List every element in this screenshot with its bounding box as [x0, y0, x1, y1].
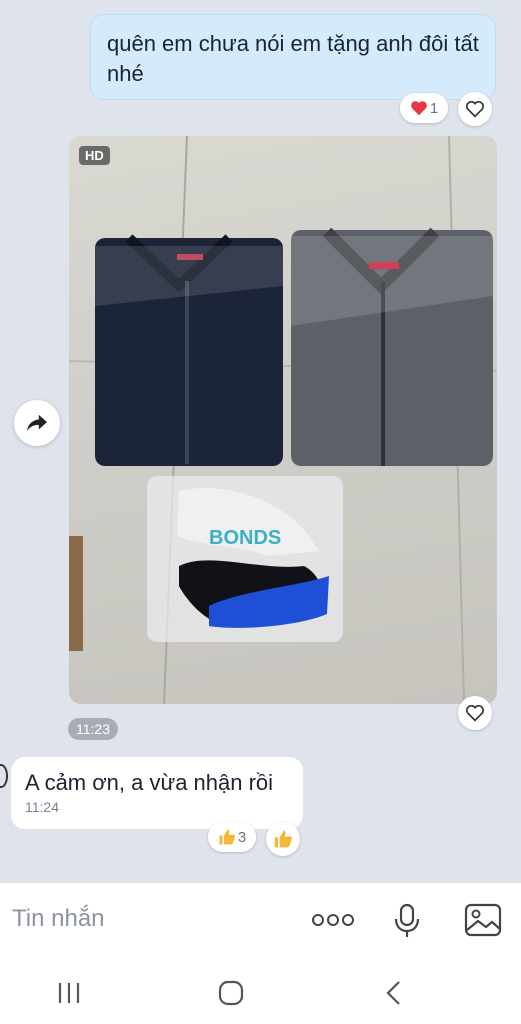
heart-outline-icon: [465, 705, 485, 722]
photo-timestamp: 11:23: [68, 718, 118, 740]
incoming-message-bubble[interactable]: A cảm ơn, a vừa nhận rồi 11:24: [11, 757, 303, 829]
like-reaction-count: 3: [237, 828, 247, 846]
chat-area: quên em chưa nói em tặng anh đôi tất nhé…: [0, 0, 521, 882]
heart-reaction-badge[interactable]: 1: [400, 93, 448, 123]
gallery-icon[interactable]: [464, 903, 502, 937]
home-icon[interactable]: [218, 980, 244, 1006]
outgoing-message-text: quên em chưa nói em tặng anh đôi tất nhé: [107, 31, 479, 86]
react-like-button[interactable]: [266, 822, 300, 856]
message-composer: Tin nhắn: [0, 882, 521, 959]
hd-badge: HD: [79, 146, 110, 165]
photo-image: BONDS: [69, 136, 497, 704]
thumbs-up-filled-icon: [219, 829, 235, 845]
outgoing-message-bubble[interactable]: quên em chưa nói em tặng anh đôi tất nhé: [90, 14, 496, 100]
system-navigation-bar: [0, 958, 521, 1024]
share-arrow-icon: [27, 414, 47, 432]
more-options-icon[interactable]: [312, 913, 354, 927]
recents-icon[interactable]: [56, 980, 82, 1006]
microphone-icon[interactable]: [392, 903, 422, 939]
photo-bonds-text: BONDS: [209, 527, 281, 549]
react-heart-button-photo[interactable]: [458, 696, 492, 730]
message-input[interactable]: Tin nhắn: [12, 905, 105, 933]
back-icon[interactable]: [384, 980, 402, 1006]
forward-button[interactable]: [14, 400, 60, 446]
react-heart-button[interactable]: [458, 92, 492, 126]
heart-outline-icon: [465, 101, 485, 118]
heart-filled-icon: [410, 101, 427, 116]
like-reaction-badge[interactable]: 3: [208, 822, 256, 852]
incoming-message-text: A cảm ơn, a vừa nhận rồi: [25, 770, 274, 795]
incoming-message-time: 11:24: [25, 799, 59, 815]
heart-reaction-count: 1: [429, 99, 439, 117]
avatar-edge: [0, 764, 8, 788]
photo-message[interactable]: BONDS HD: [69, 136, 497, 704]
thumbs-up-icon: [274, 830, 292, 848]
